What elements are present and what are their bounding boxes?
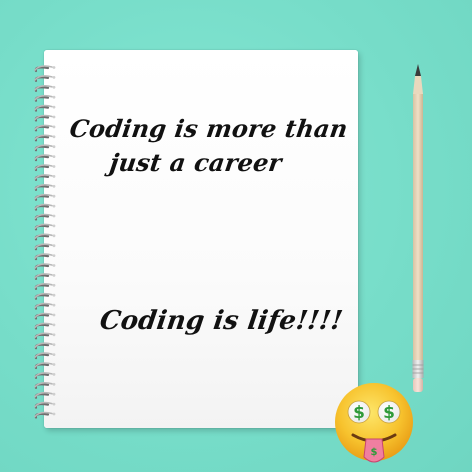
spiral-hole [52,412,56,416]
spiral-hole [52,76,56,79]
spiral-hole [52,402,56,406]
spiral-hole [52,175,56,178]
quote-line-1: Coding is more than [67,114,350,143]
spiral-hole [52,125,56,129]
quote-line-2: just a career [107,148,284,177]
left-eye-dollar: $ [353,403,365,423]
spiral-hole [52,214,56,218]
spiral-hole [52,392,56,396]
notebook-page [44,50,358,428]
spiral-notebook [44,50,358,428]
spiral-hole [52,343,56,347]
spiral-hole [52,333,56,337]
spiral-hole [52,155,56,158]
spiral-hole [52,194,56,198]
spiral-hole [52,165,56,168]
spiral-hole [52,115,56,119]
spiral-hole [52,283,56,287]
spiral-hole [52,363,56,366]
spiral-binding [34,65,56,419]
money-mouth-face-icon: $ $ $ [335,383,413,463]
tongue-dollar: $ [371,447,378,458]
right-eye-dollar: $ [383,403,395,423]
spiral-hole [52,184,56,188]
spiral-hole [52,264,56,267]
quote-line-3: Coding is life!!!! [97,306,345,336]
spiral-hole [52,224,56,228]
spiral-hole [52,145,56,149]
spiral-hole [52,244,56,248]
spiral-hole [52,303,56,307]
spiral-hole [52,135,56,139]
photo-scene: Coding is more than just a career Coding… [0,0,472,472]
spiral-hole [52,353,56,356]
spiral-hole [52,373,56,376]
spiral-hole [52,204,56,208]
spiral-hole [52,382,56,386]
spiral-hole [52,95,56,99]
spiral-hole [52,323,56,327]
spiral-hole [52,254,56,257]
spiral-hole [52,234,56,238]
spiral-hole [52,66,56,69]
spiral-hole [52,274,56,277]
pencil-icon [412,64,424,392]
spiral-hole [52,85,56,89]
spiral-hole [52,313,56,317]
spiral-hole [52,293,56,297]
spiral-hole [52,105,56,109]
